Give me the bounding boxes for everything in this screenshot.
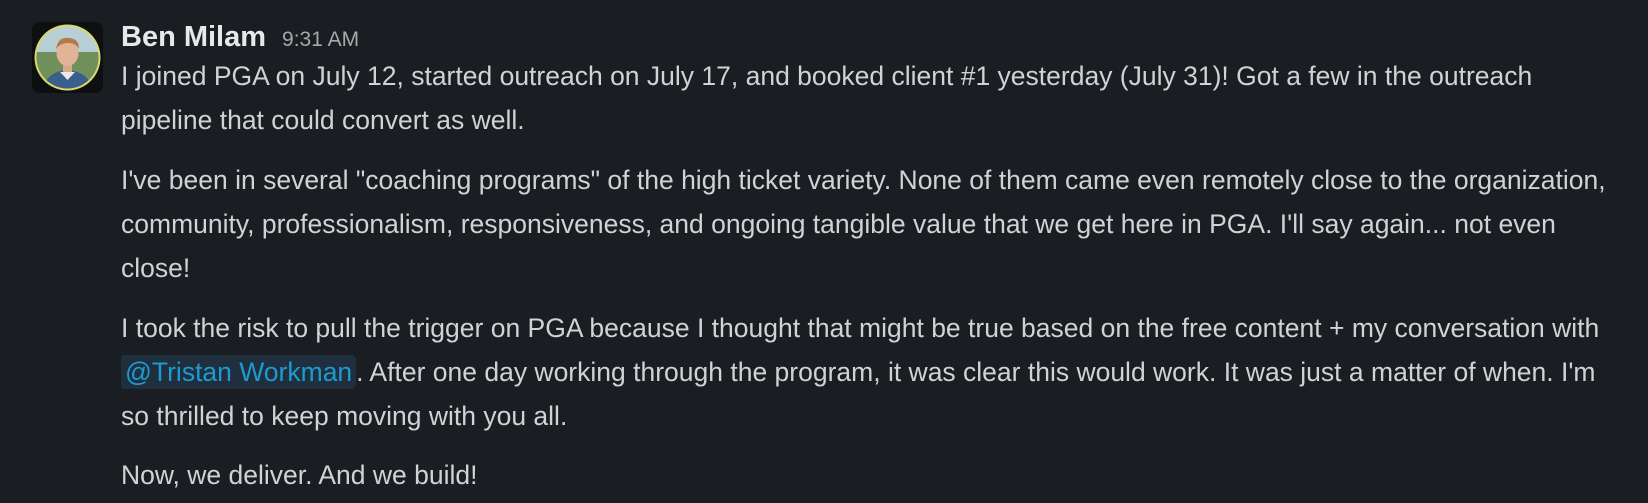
paragraph-3-text-before: I took the risk to pull the trigger on P…	[121, 313, 1600, 343]
user-photo-avatar-icon	[32, 22, 103, 93]
message-paragraph-4: Now, we deliver. And we build!	[121, 460, 478, 490]
chat-message: Ben Milam 9:31 AM I joined PGA on July 1…	[0, 0, 1648, 503]
avatar[interactable]	[32, 22, 103, 93]
message-paragraph-3: I took the risk to pull the trigger on P…	[121, 306, 1621, 438]
user-mention-link[interactable]: @Tristan Workman	[121, 355, 357, 389]
message-paragraph-1: I joined PGA on July 12, started outreac…	[121, 61, 1533, 135]
message-content: Ben Milam 9:31 AM I joined PGA on July 1…	[121, 14, 1621, 497]
message-paragraph-2: I've been in several "coaching programs"…	[121, 165, 1606, 283]
